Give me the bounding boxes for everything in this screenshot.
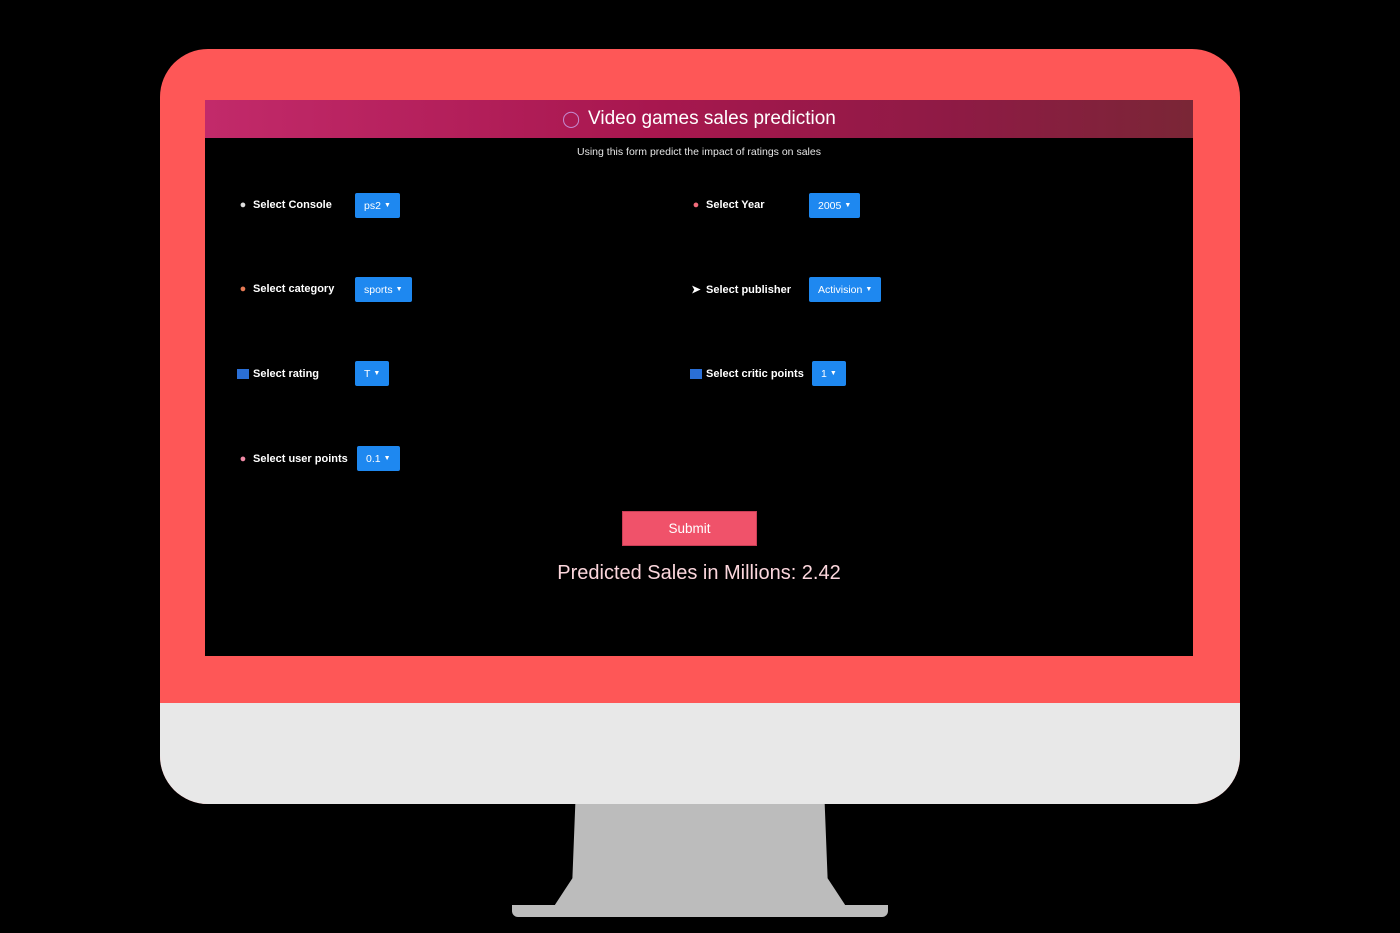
caret-down-icon: ▼ [829, 370, 837, 377]
lock-icon: ● [239, 453, 247, 465]
numbers-icon: ■ [690, 369, 702, 381]
rating-label: ■ Select rating [237, 368, 320, 381]
year-label-text: Select Year [706, 199, 765, 211]
user-points-value: 0.1 [366, 452, 381, 465]
critic-points-value: 1 [821, 367, 827, 380]
page-title: Video games sales prediction [588, 108, 836, 129]
user-points-dropdown[interactable]: 0.1 ▼ [357, 446, 400, 471]
monitor-stand [555, 804, 845, 910]
console-field: ● Select Console [237, 199, 332, 211]
console-dropdown[interactable]: ps2 ▼ [355, 193, 400, 218]
rating-value: T [364, 367, 371, 380]
publisher-label-text: Select publisher [706, 283, 791, 296]
gamepad-icon: ◯ [562, 111, 581, 128]
arrow-icon: ➤ [691, 284, 701, 296]
caret-down-icon: ▼ [383, 202, 391, 209]
monitor-stand-base [512, 905, 888, 917]
year-value: 2005 [818, 199, 842, 212]
rating-dropdown[interactable]: T ▼ [355, 361, 390, 386]
critic-points-field: ■ Select critic points [690, 368, 804, 381]
publisher-dropdown[interactable]: Activision ▼ [809, 277, 882, 302]
caret-down-icon: ▼ [395, 286, 403, 293]
user-points-field: ● Select user points [237, 453, 348, 465]
critic-points-dropdown[interactable]: 1 ▼ [812, 361, 846, 386]
critic-points-label: ■ Select critic points [690, 368, 804, 381]
caret-down-icon: ▼ [865, 286, 873, 293]
publisher-field: ➤ Select publisher [690, 283, 791, 297]
year-label: ● Select Year [690, 199, 765, 211]
caret-down-icon: ▼ [383, 455, 391, 462]
console-value: ps2 [364, 199, 381, 212]
category-dropdown[interactable]: sports ▼ [355, 277, 412, 302]
year-dropdown[interactable]: 2005 ▼ [809, 193, 861, 218]
monitor-chin [160, 703, 1240, 804]
rating-field: ■ Select rating [237, 368, 320, 381]
user-points-label: ● Select user points [237, 453, 348, 465]
app-header: ◯ Video games sales prediction [205, 100, 1193, 138]
rating-label-text: Select rating [253, 368, 320, 380]
alarm-clock-icon: ● [692, 199, 700, 211]
page-subtitle: Using this form predict the impact of ra… [577, 146, 821, 158]
category-label: ● Select category [237, 283, 335, 295]
publisher-label: ➤ Select publisher [690, 283, 791, 297]
console-label: ● Select Console [237, 199, 332, 211]
year-field: ● Select Year [690, 199, 765, 211]
submit-button[interactable]: Submit [622, 511, 757, 546]
category-field: ● Select category [237, 283, 335, 295]
category-label-text: Select category [253, 283, 335, 295]
category-value: sports [364, 283, 393, 296]
palette-icon: ● [239, 283, 247, 295]
critic-points-label-text: Select critic points [706, 368, 804, 380]
publisher-value: Activision [818, 283, 863, 296]
caret-down-icon: ▼ [844, 202, 852, 209]
caret-down-icon: ▼ [373, 370, 381, 377]
numbers-icon: ■ [237, 369, 249, 381]
app-screen: ◯ Video games sales prediction Using thi… [205, 100, 1193, 656]
user-points-label-text: Select user points [253, 453, 348, 465]
joystick-icon: ● [239, 199, 247, 211]
console-label-text: Select Console [253, 199, 332, 211]
prediction-result: Predicted Sales in Millions: 2.42 [557, 562, 841, 584]
